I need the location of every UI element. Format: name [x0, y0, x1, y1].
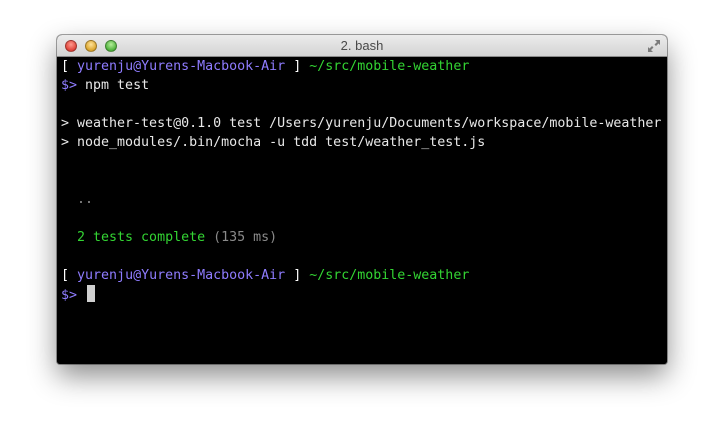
test-result-timing: (135 ms) [205, 230, 278, 245]
prompt-bracket-close: ] [293, 59, 302, 74]
title-bar[interactable]: 2. bash [57, 35, 667, 57]
test-progress-dots: .. [61, 192, 94, 207]
text-cursor [87, 285, 96, 302]
current-input-line[interactable]: $> [61, 285, 667, 304]
prompt-line: [ yurenju@Yurens-Macbook-Air ] ~/src/mob… [61, 57, 667, 76]
command-line: $> npm test [61, 76, 667, 95]
prompt-bracket-open: [ [61, 59, 70, 74]
prompt-line: [ yurenju@Yurens-Macbook-Air ] ~/src/mob… [61, 266, 667, 285]
output-line: > weather-test@0.1.0 test /Users/yurenju… [61, 116, 662, 131]
prompt-user-host: yurenju@Yurens-Macbook-Air [77, 59, 286, 74]
test-result-line: 2 tests complete (135 ms) [61, 228, 667, 247]
fullscreen-icon[interactable] [647, 39, 661, 53]
test-result-summary: 2 tests complete [61, 230, 206, 245]
command-text: npm test [85, 78, 150, 93]
prompt-symbol: $> [61, 288, 78, 303]
prompt-bracket-close: ] [293, 268, 302, 283]
prompt-path: ~/src/mobile-weather [309, 268, 470, 283]
terminal-window: 2. bash [ yurenju@Yurens-Macbook-Air ] ~… [57, 35, 667, 364]
prompt-user-host: yurenju@Yurens-Macbook-Air [77, 268, 286, 283]
output-line: > node_modules/.bin/mocha -u tdd test/we… [61, 135, 486, 150]
prompt-bracket-open: [ [61, 268, 70, 283]
window-title: 2. bash [340, 38, 384, 53]
prompt-symbol: $> [61, 78, 78, 93]
prompt-path: ~/src/mobile-weather [309, 59, 470, 74]
terminal-content[interactable]: [ yurenju@Yurens-Macbook-Air ] ~/src/mob… [57, 57, 667, 364]
